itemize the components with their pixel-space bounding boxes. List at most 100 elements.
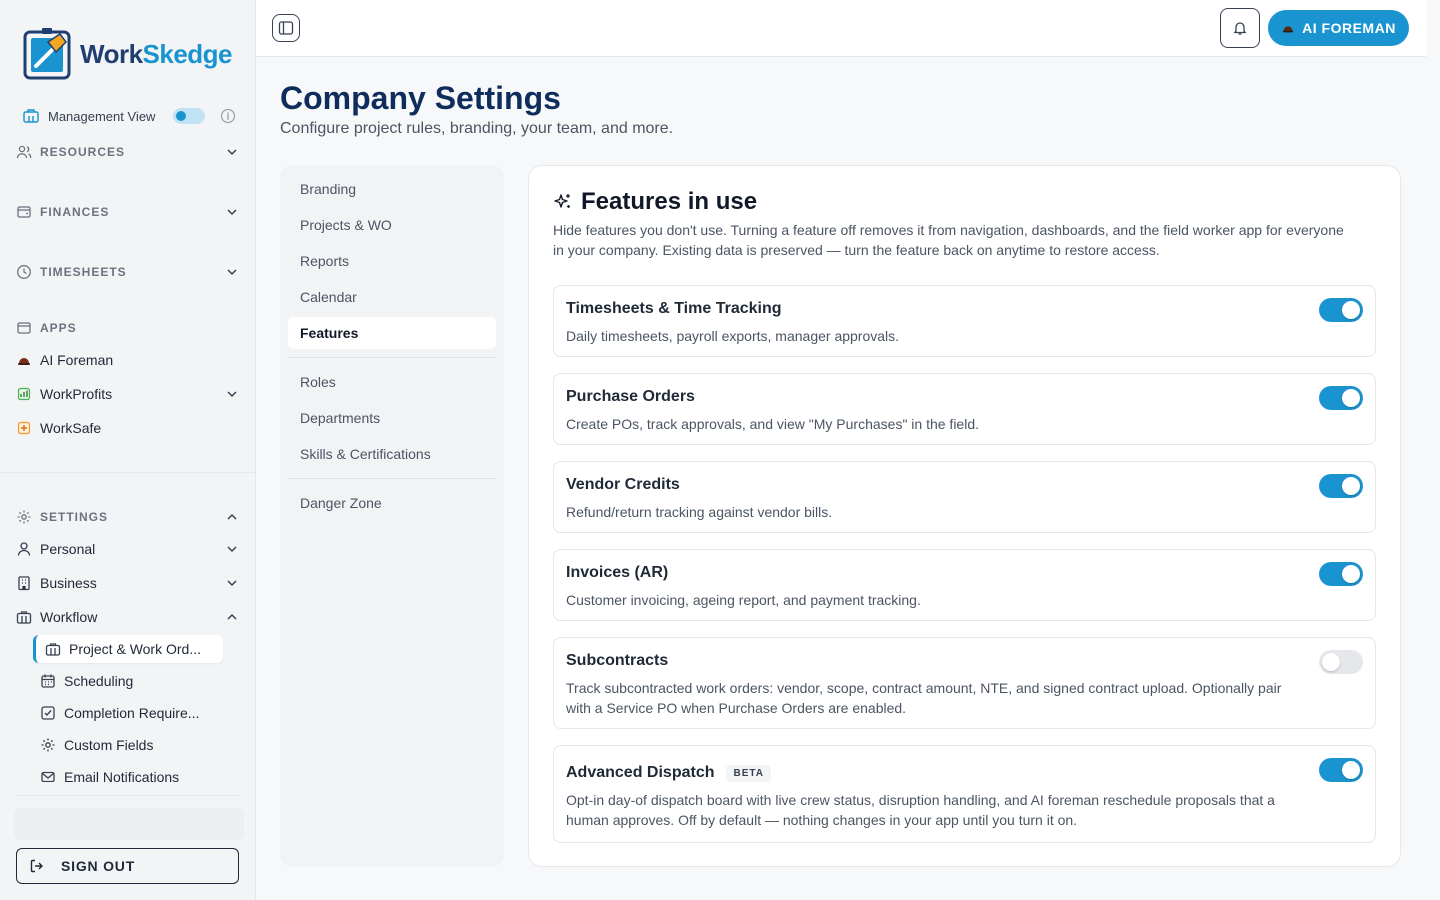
section-settings[interactable]: SETTINGS [16,505,240,529]
bell-icon [1233,22,1247,35]
management-view-label: Management View [48,108,156,124]
subnav-roles[interactable]: Roles [288,366,496,398]
sidebar-divider [16,795,240,796]
chevron-up-icon [227,513,237,520]
checkbox-icon [41,706,55,720]
brand-name: WorkSkedge [80,38,233,69]
workflow-project-work-orders[interactable]: Project & Work Ord... [33,635,223,663]
subnav-calendar[interactable]: Calendar [288,281,496,313]
feature-name: Advanced Dispatch [566,764,715,781]
subnav-projects-wo[interactable]: Projects & WO [288,209,496,241]
page-subtitle: Configure project rules, branding, your … [280,120,674,137]
brand-logo[interactable]: WorkSkedge [22,26,233,82]
subnav-departments[interactable]: Departments [288,402,496,434]
building-icon [23,109,39,123]
feature-toggle-timesheets[interactable] [1319,298,1363,322]
features-card: Features in use Hide features you don't … [528,165,1401,867]
subnav-skills-certifications[interactable]: Skills & Certifications [288,438,496,470]
app-worksafe[interactable]: WorkSafe [16,416,240,440]
worksked-logo-icon [23,28,71,80]
ai-foreman-button[interactable]: AI FOREMAN [1268,10,1409,46]
worksafe-icon [17,421,31,435]
feature-name-row: Advanced Dispatch BETA [566,764,771,782]
section-finances[interactable]: FINANCES [16,200,240,224]
subnav-danger-zone[interactable]: Danger Zone [288,487,496,519]
workflow-completion-requirements[interactable]: Completion Require... [40,700,224,726]
chevron-down-icon [227,580,237,587]
feature-advanced-dispatch: Advanced Dispatch BETA Opt-in day-of dis… [553,745,1376,843]
toggle-sidebar-button[interactable] [272,14,300,42]
subnav-features[interactable]: Features [288,317,496,349]
workprofits-icon [17,387,31,401]
hardhat-icon [18,358,30,365]
subnav-reports[interactable]: Reports [288,245,496,277]
feature-name: Subcontracts [566,652,669,669]
feature-name: Invoices (AR) [566,564,669,581]
feature-description: Refund/return tracking against vendor bi… [566,504,833,520]
mail-icon [41,771,55,782]
sign-out-button[interactable]: SIGN OUT [16,848,239,884]
top-bar: AI FOREMAN [256,0,1426,57]
feature-toggle-subcontracts[interactable] [1319,650,1363,674]
chevron-down-icon [227,269,237,276]
subnav-divider [288,357,496,358]
chevron-down-icon [227,546,237,553]
sparkles-icon [554,194,570,208]
section-timesheets[interactable]: TIMESHEETS [16,260,240,284]
settings-subnav: Branding Projects & WO Reports Calendar … [280,165,504,867]
page-title: Company Settings [280,80,561,116]
settings-personal[interactable]: Personal [16,537,240,561]
app-workprofits[interactable]: WorkProfits [16,382,240,406]
settings-business[interactable]: Business [16,571,240,595]
feature-toggle-advanced-dispatch[interactable] [1319,758,1363,782]
chevron-down-icon [227,209,237,216]
sidebar-footer-panel [14,808,244,840]
feature-invoices: Invoices (AR) Customer invoicing, ageing… [553,549,1376,621]
feature-toggle-purchase-orders[interactable] [1319,386,1363,410]
workflow-custom-fields[interactable]: Custom Fields [40,732,224,758]
user-icon [17,542,31,556]
calendar-icon [41,674,55,688]
clock-icon [17,265,31,279]
office-building-icon [18,576,30,591]
feature-description: Create POs, track approvals, and view "M… [566,416,980,432]
sidebar-panel-icon [278,21,294,35]
feature-description: Daily timesheets, payroll exports, manag… [566,328,900,344]
gear-icon [41,738,55,752]
briefcase-icon [16,611,32,624]
settings-workflow[interactable]: Workflow [16,605,240,629]
apps-window-icon [17,322,31,334]
workflow-scheduling[interactable]: Scheduling [40,668,224,694]
hardhat-icon [1282,26,1294,33]
feature-name: Timesheets & Time Tracking [566,300,782,317]
subnav-divider [288,478,496,479]
feature-description: Opt-in day-of dispatch board with live c… [566,792,1275,828]
chevron-down-icon [227,149,237,156]
feature-name: Vendor Credits [566,476,680,493]
management-view-row: Management View [22,105,238,127]
notifications-button[interactable] [1220,8,1260,48]
beta-badge: BETA [726,764,771,782]
sidebar: WorkSkedge Management View RESOURCES FIN… [0,0,256,900]
sidebar-divider [0,472,256,473]
info-icon[interactable] [220,108,236,124]
features-card-description: Hide features you don't use. Turning a f… [553,222,1344,258]
logout-icon [30,859,43,873]
feature-name: Purchase Orders [566,388,695,405]
section-apps: APPS [16,316,240,340]
sidebar-scroll-clip: Email Notifications [0,760,256,782]
management-view-toggle[interactable] [173,108,205,124]
feature-vendor-credits: Vendor Credits Refund/return tracking ag… [553,461,1376,533]
feature-toggle-vendor-credits[interactable] [1319,474,1363,498]
app-ai-foreman[interactable]: AI Foreman [16,348,240,372]
users-icon [16,145,32,159]
section-resources[interactable]: RESOURCES [16,140,240,164]
subnav-branding[interactable]: Branding [288,173,496,205]
feature-purchase-orders: Purchase Orders Create POs, track approv… [553,373,1376,445]
chevron-down-icon [227,391,237,398]
features-card-title: Features in use [553,188,757,216]
wallet-icon [17,206,31,218]
workflow-email-notifications[interactable]: Email Notifications [40,764,224,782]
feature-toggle-invoices[interactable] [1319,562,1363,586]
feature-description: Customer invoicing, ageing report, and p… [566,592,921,608]
